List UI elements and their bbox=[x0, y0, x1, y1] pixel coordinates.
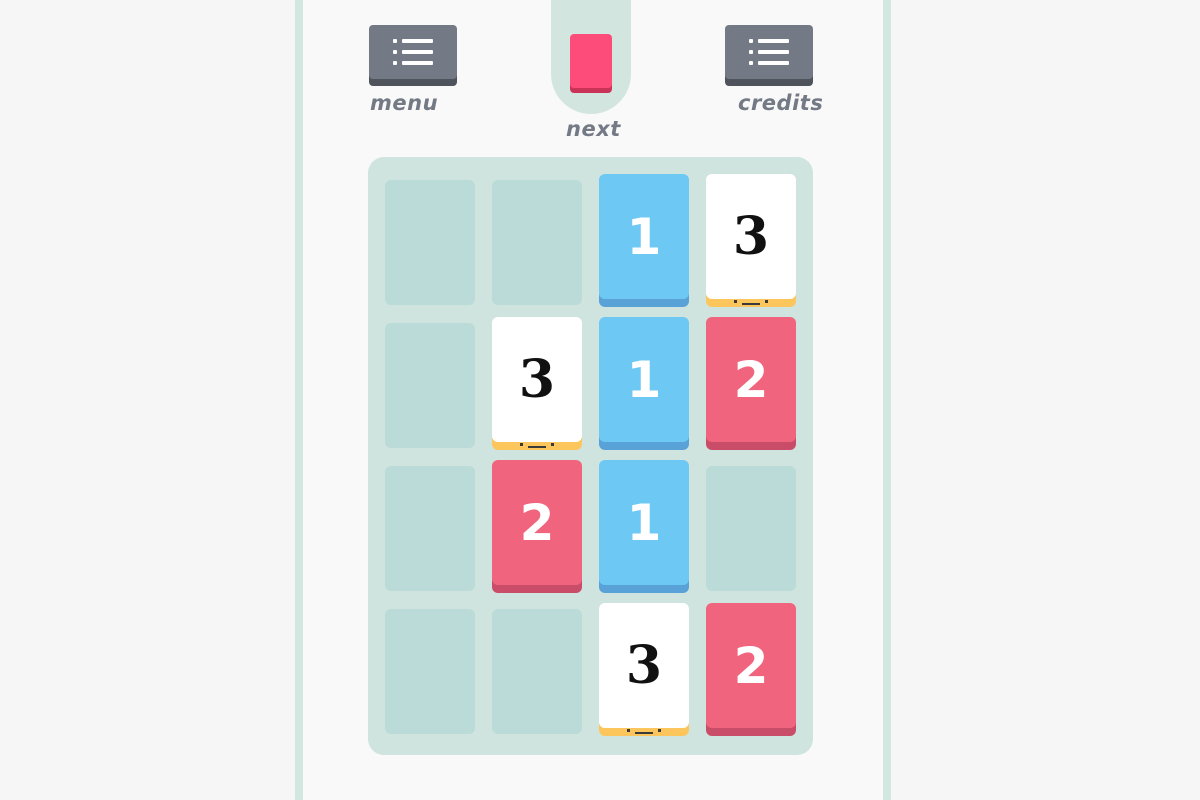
next-label: next bbox=[566, 117, 621, 141]
menu-label[interactable]: menu bbox=[370, 91, 438, 115]
empty-slot bbox=[385, 180, 475, 305]
tile-3[interactable]: 3 bbox=[706, 174, 796, 305]
tile-1[interactable]: 1 bbox=[599, 317, 689, 442]
empty-slot bbox=[492, 609, 582, 734]
tile-value: 2 bbox=[733, 636, 769, 695]
tile-value: 1 bbox=[626, 207, 662, 266]
menu-button[interactable] bbox=[369, 25, 457, 79]
tile-3[interactable]: 3 bbox=[599, 603, 689, 734]
tile-2[interactable]: 2 bbox=[706, 603, 796, 728]
tile-1[interactable]: 1 bbox=[599, 460, 689, 585]
tile-1[interactable]: 1 bbox=[599, 174, 689, 299]
credits-label[interactable]: credits bbox=[738, 91, 823, 115]
empty-slot bbox=[706, 466, 796, 591]
game-screen: menu next credits 1 3 3 1 2 2 1 3 2 bbox=[0, 0, 1200, 800]
tile-2[interactable]: 2 bbox=[706, 317, 796, 442]
tile-face-icon bbox=[520, 443, 554, 449]
tile-value: 3 bbox=[518, 349, 556, 410]
empty-slot bbox=[385, 466, 475, 591]
tile-face-icon bbox=[734, 300, 768, 306]
next-tile-preview bbox=[570, 34, 612, 88]
tile-value: 3 bbox=[625, 635, 663, 696]
tile-2[interactable]: 2 bbox=[492, 460, 582, 585]
tile-3[interactable]: 3 bbox=[492, 317, 582, 448]
empty-slot bbox=[385, 323, 475, 448]
empty-slot bbox=[492, 180, 582, 305]
tile-value: 2 bbox=[519, 493, 555, 552]
tile-value: 2 bbox=[733, 350, 769, 409]
list-icon bbox=[393, 39, 435, 65]
tile-value: 3 bbox=[732, 206, 770, 267]
tile-value: 1 bbox=[626, 493, 662, 552]
empty-slot bbox=[385, 609, 475, 734]
credits-button[interactable] bbox=[725, 25, 813, 79]
game-board[interactable]: 1 3 3 1 2 2 1 3 2 bbox=[368, 157, 813, 755]
list-icon bbox=[749, 39, 791, 65]
tile-value: 1 bbox=[626, 350, 662, 409]
tile-face-icon bbox=[627, 729, 661, 735]
